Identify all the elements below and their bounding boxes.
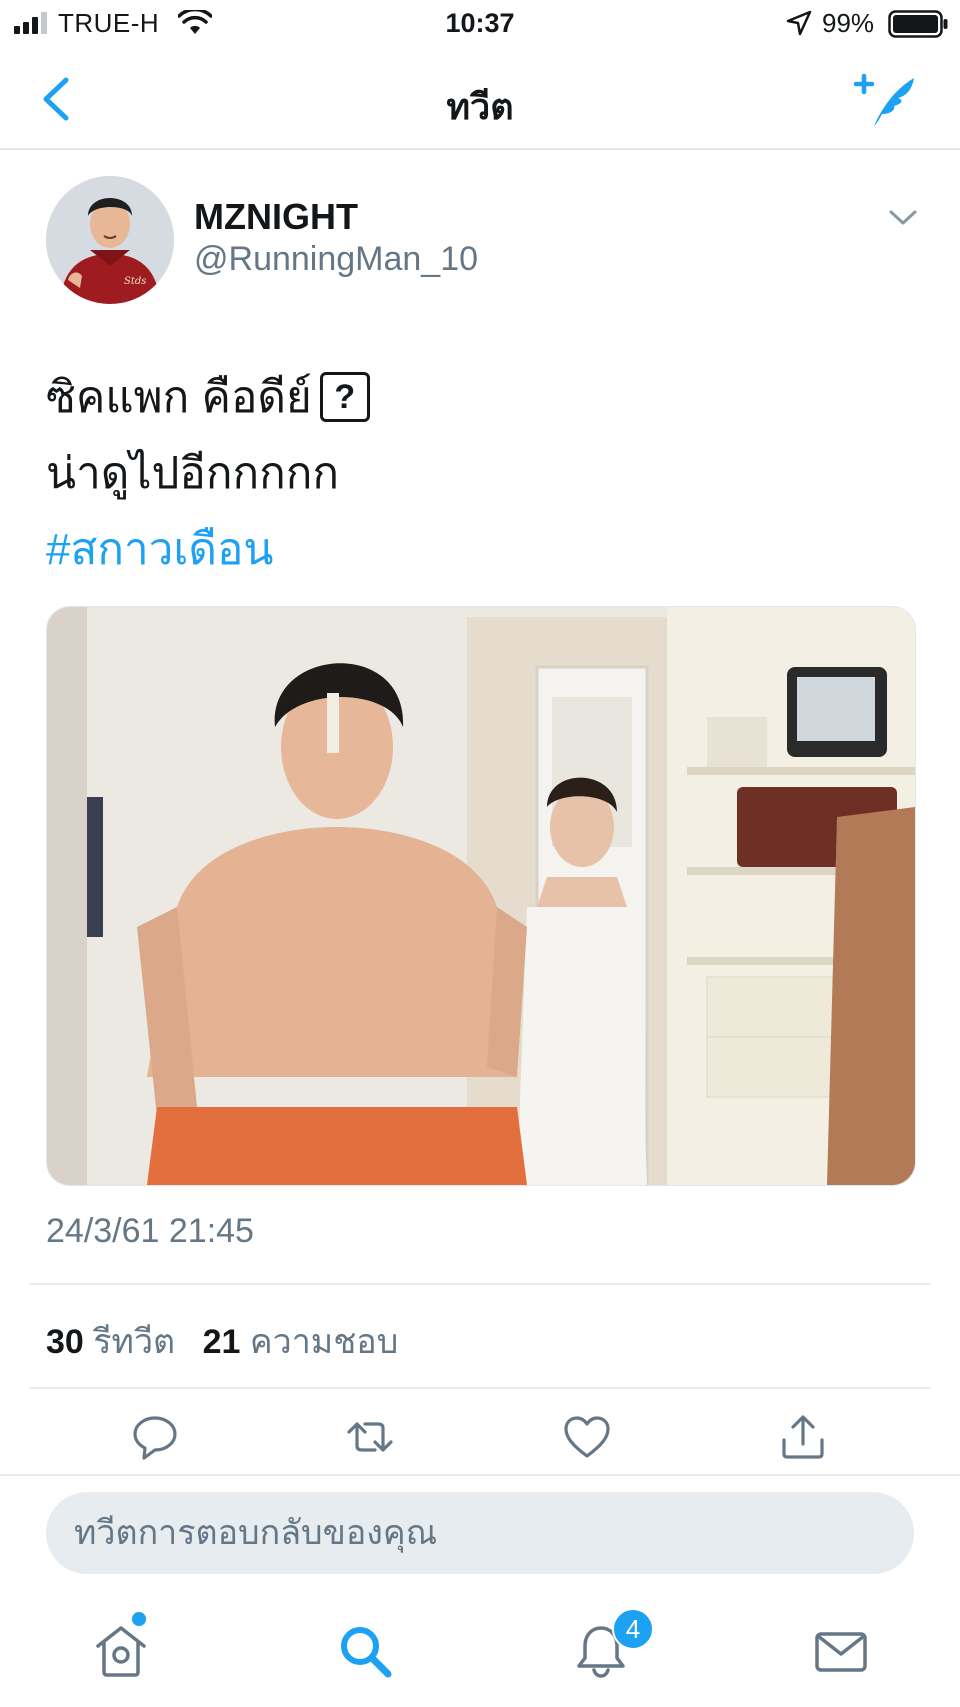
like-label[interactable]: ความชอบ <box>250 1323 398 1361</box>
status-time: 10:37 <box>445 8 515 38</box>
engagement-counts: 30 รีทวีต 21 ความชอบ <box>46 1314 416 1368</box>
home-tab[interactable] <box>92 1622 150 1680</box>
photo-scene <box>47 607 915 1185</box>
battery-percent: 99% <box>822 8 875 38</box>
tweet-text: ซิคแพก คือดีย์? น่าดูไปอีกกกกก #สกาวเดือ… <box>46 360 926 588</box>
tweet-timestamp: 24/3/61 21:45 <box>46 1212 254 1250</box>
divider <box>30 1387 930 1389</box>
compose-tweet-button[interactable] <box>852 70 918 130</box>
author-avatar[interactable]: Stds <box>46 176 174 304</box>
search-tab[interactable] <box>336 1622 394 1680</box>
tweet-text-line-2: น่าดูไปอีกกกกก <box>46 449 340 498</box>
author-handle[interactable]: @RunningMan_10 <box>194 240 478 279</box>
like-button[interactable] <box>562 1412 612 1462</box>
location-arrow-icon <box>786 10 812 36</box>
retweet-label[interactable]: รีทวีต <box>93 1323 175 1361</box>
hashtag-link[interactable]: #สกาวเดือน <box>46 512 926 588</box>
page-title: ทวีต <box>446 86 514 127</box>
tweet-line-1: ซิคแพก คือดีย์? <box>46 360 926 436</box>
reply-button[interactable] <box>130 1412 180 1462</box>
share-button[interactable] <box>778 1412 828 1462</box>
unsupported-emoji-box: ? <box>319 372 370 422</box>
messages-tab[interactable] <box>812 1622 870 1680</box>
notification-badge: 4 <box>612 1608 654 1650</box>
reply-bar-divider <box>0 1474 960 1476</box>
nav-bar: ทวีต <box>0 48 960 150</box>
retweet-count[interactable]: 30 <box>46 1323 84 1361</box>
status-bar: TRUE-H 10:37 99% <box>0 0 960 48</box>
reply-input[interactable] <box>46 1492 914 1574</box>
svg-text:Stds: Stds <box>124 276 146 287</box>
like-count[interactable]: 21 <box>203 1323 241 1361</box>
author-name[interactable]: MZNIGHT <box>194 196 358 238</box>
battery-icon <box>888 10 948 38</box>
chevron-down-icon[interactable] <box>888 206 918 230</box>
tweet-text-line-1: ซิคแพก คือดีย์ <box>46 373 312 422</box>
home-new-indicator <box>132 1612 146 1626</box>
retweet-button[interactable] <box>345 1412 395 1462</box>
avatar-illustration: Stds <box>46 176 174 304</box>
tweet-photo[interactable] <box>46 606 916 1186</box>
divider <box>30 1283 930 1285</box>
